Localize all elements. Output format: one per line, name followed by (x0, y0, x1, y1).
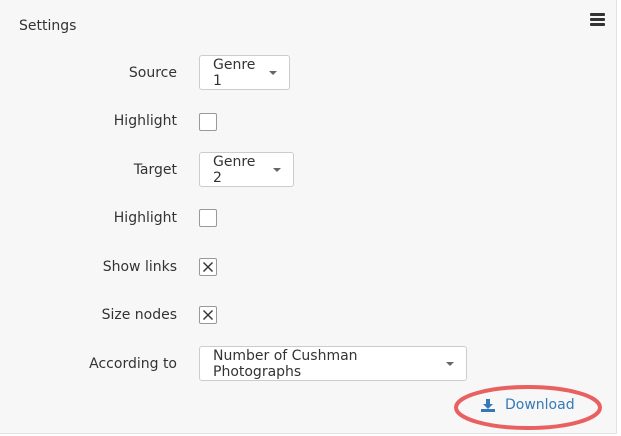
according-to-label: According to (89, 356, 177, 372)
chevron-down-icon (273, 167, 281, 172)
settings-panel: Settings Source Genre 1 Highlight Target… (0, 0, 617, 434)
size-nodes-checkbox[interactable] (199, 306, 217, 324)
source-highlight-label: Highlight (113, 113, 177, 129)
target-highlight-checkbox[interactable] (199, 209, 217, 227)
according-to-select[interactable]: Number of Cushman Photographs (199, 346, 467, 381)
checkmark-x-icon (203, 310, 213, 320)
hamburger-menu-icon[interactable] (590, 13, 605, 26)
chevron-down-icon (446, 361, 454, 366)
target-select[interactable]: Genre 2 (199, 152, 294, 187)
source-select[interactable]: Genre 1 (199, 55, 290, 90)
target-select-value: Genre 2 (213, 153, 256, 186)
target-label: Target (133, 162, 177, 178)
target-highlight-label: Highlight (113, 210, 177, 226)
show-links-label: Show links (102, 259, 177, 275)
download-button[interactable]: Download (481, 397, 575, 413)
show-links-checkbox[interactable] (199, 258, 217, 276)
download-label: Download (505, 397, 575, 413)
source-select-value: Genre 1 (213, 56, 256, 89)
chevron-down-icon (269, 70, 277, 75)
checkmark-x-icon (203, 262, 213, 272)
source-label: Source (128, 65, 177, 81)
size-nodes-label: Size nodes (101, 307, 177, 323)
source-highlight-checkbox[interactable] (199, 113, 217, 131)
panel-title: Settings (19, 18, 77, 34)
according-to-select-value: Number of Cushman Photographs (213, 347, 358, 380)
download-icon (481, 398, 495, 412)
